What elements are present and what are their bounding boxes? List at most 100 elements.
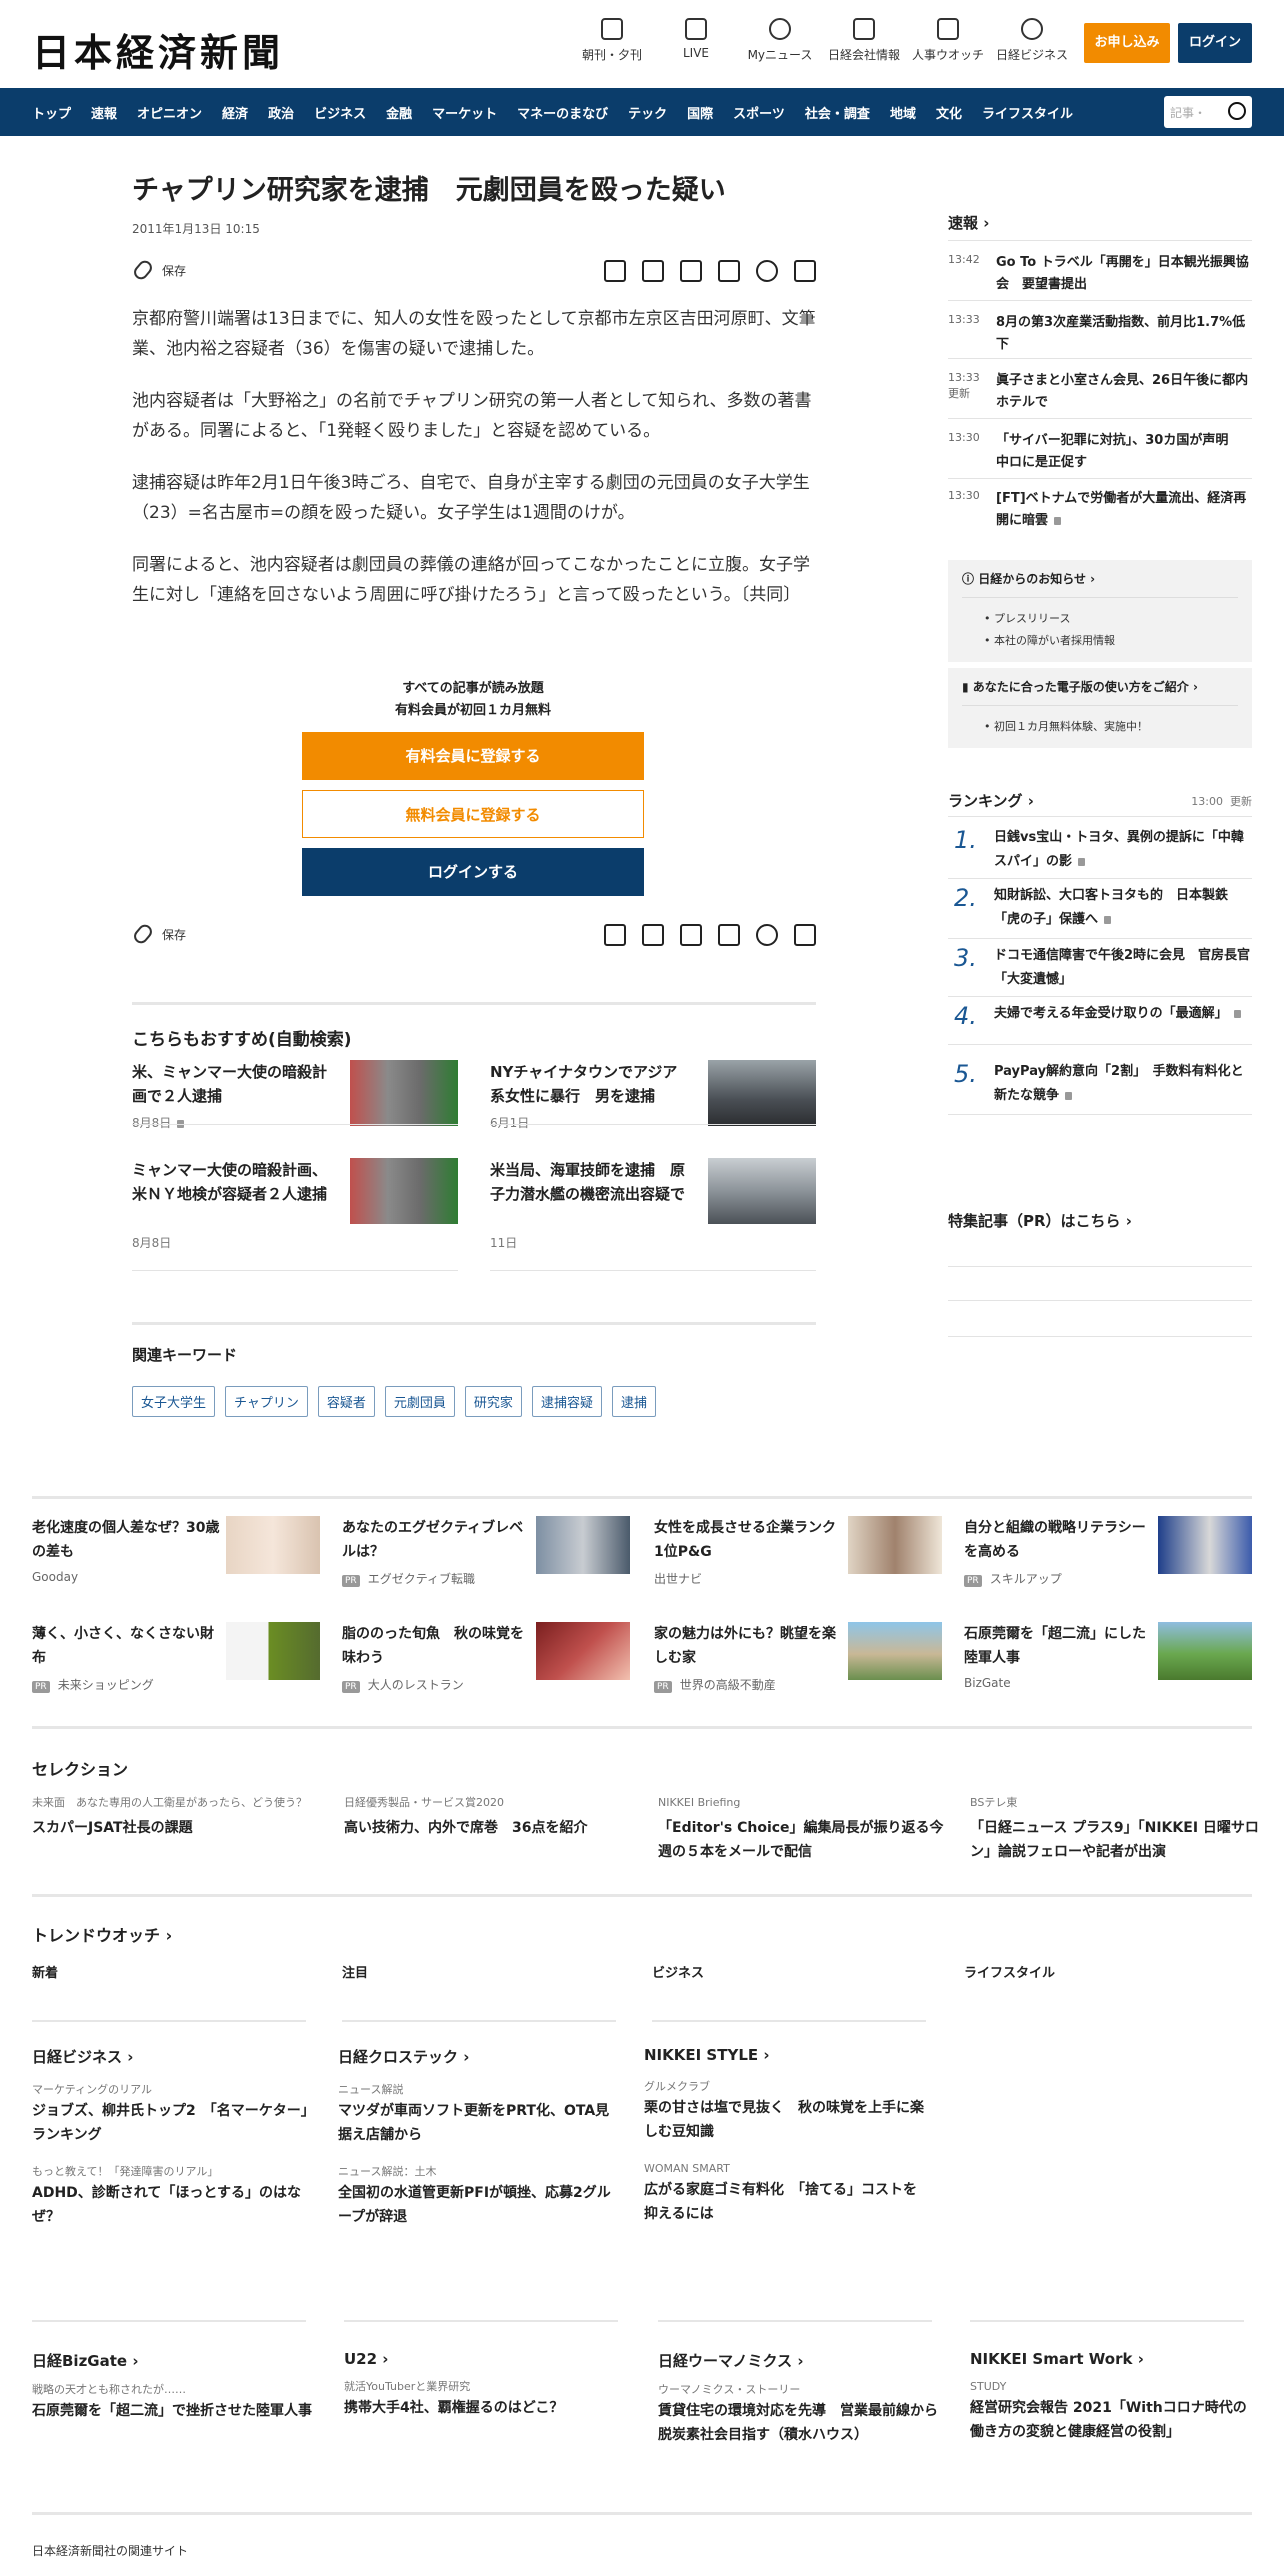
- nav-item[interactable]: 文化: [936, 103, 962, 122]
- recommend-item[interactable]: ミャンマー大使の暗殺計画、米ＮＹ地検が容疑者２人逮捕 8月8日: [132, 1158, 474, 1268]
- recommend-item[interactable]: 米当局、海軍技師を逮捕 原子力潜水艦の機密流出容疑で 11日: [490, 1158, 832, 1268]
- breaking-news-title[interactable]: 速報 ›: [948, 212, 1252, 233]
- ad-item[interactable]: 脂ののった旬魚 秋の味覚を味わう PR 大人のレストラン: [342, 1622, 648, 1722]
- company-info-button[interactable]: 日経会社情報: [822, 18, 906, 63]
- ad-item[interactable]: 薄く、小さく、なくさない財布 PR 未来ショッピング: [32, 1622, 338, 1722]
- notice-item[interactable]: • 本社の障がい者採用情報: [962, 630, 1238, 652]
- register-paid-button[interactable]: 有料会員に登録する: [302, 732, 644, 780]
- media-article[interactable]: WOMAN SMART 広がる家庭ゴミ有料化 「捨てる」コストを抑えるには: [644, 2160, 924, 2226]
- ad-item[interactable]: 女性を成長させる企業ランク 1位P&G 出世ナビ: [654, 1516, 960, 1616]
- ad-item[interactable]: あなたのエグゼクティブレベルは？ PR エグゼクティブ転職: [342, 1516, 648, 1616]
- nav-item[interactable]: スポーツ: [733, 103, 785, 122]
- newspaper-button[interactable]: 朝刊・夕刊: [570, 18, 654, 63]
- ad-item[interactable]: 自分と組織の戦略リテラシーを高める PR スキルアップ: [964, 1516, 1270, 1616]
- register-free-button[interactable]: 無料会員に登録する: [302, 790, 644, 838]
- media-article[interactable]: グルメクラブ 栗の甘さは塩で見抜く 秋の味覚を上手に楽しむ豆知識: [644, 2078, 924, 2144]
- ad-item[interactable]: 老化速度の個人差なぜ？30歳の差も Gooday: [32, 1516, 338, 1616]
- nav-item[interactable]: マーケット: [432, 103, 497, 122]
- media-article[interactable]: 戦略の天才とも称されたが…… 石原莞爾を「超二流」で挫折させた陸軍人事: [32, 2381, 312, 2423]
- recommend-item[interactable]: 米、ミャンマー大使の暗殺計画で２人逮捕 8月8日: [132, 1060, 474, 1170]
- ranking-item[interactable]: 2. 知財訴訟、大口客トヨタも的 日本製鉄「虎の子」保護へ: [948, 884, 1252, 932]
- media-article[interactable]: 就活YouTuberと業界研究 携帯大手4社、覇権握るのはどこ？: [344, 2378, 624, 2420]
- nav-item[interactable]: 国際: [687, 103, 713, 122]
- note-icon[interactable]: [680, 260, 702, 282]
- live-button[interactable]: LIVE: [654, 18, 738, 63]
- paywall-login-button[interactable]: ログインする: [302, 848, 644, 896]
- media-title[interactable]: 日経ウーマノミクス ›: [658, 2350, 938, 2371]
- news-item[interactable]: 13:33 更新 眞子さまと小室さん会見、26日午後に都内ホテルで: [948, 370, 1252, 414]
- media-title[interactable]: NIKKEI STYLE ›: [644, 2046, 924, 2064]
- note-icon[interactable]: [680, 924, 702, 946]
- nav-item[interactable]: 金融: [386, 103, 412, 122]
- ranking-title[interactable]: ランキング ›: [948, 790, 1034, 811]
- ad-item[interactable]: 家の魅力は外にも？眺望を楽しむ家 PR 世界の高級不動産: [654, 1622, 960, 1722]
- media-article[interactable]: STUDY 経営研究会報告 2021「Withコロナ時代の働き方の変貌と健康経営の…: [970, 2378, 1250, 2444]
- search-icon[interactable]: [1228, 102, 1246, 120]
- nikkei-logo[interactable]: 日本経済新聞: [32, 22, 284, 77]
- twitter-icon[interactable]: [718, 924, 740, 946]
- media-title[interactable]: U22 ›: [344, 2350, 624, 2368]
- selection-item[interactable]: BSテレ東 「日経ニュース プラス9」「NIKKEI 日曜サロン」論説フェローや記…: [970, 1794, 1260, 1864]
- nav-item[interactable]: テック: [628, 103, 667, 122]
- ranking-item[interactable]: 1. 日銭vs宝山・トヨタ、異例の提訴に「中韓スパイ」の影: [948, 826, 1252, 874]
- keyword-tag[interactable]: 容疑者: [317, 1386, 375, 1417]
- notice-item[interactable]: • プレスリリース: [962, 608, 1238, 630]
- subscribe-button[interactable]: お申し込み: [1084, 23, 1170, 63]
- nav-item[interactable]: ビジネス: [314, 103, 366, 122]
- selection-item[interactable]: 未来面 あなた専用の人工衛星があったら、どう使う？ スカパーJSAT社長の課題: [32, 1794, 322, 1840]
- nikkei-business-button[interactable]: 日経ビジネス: [990, 18, 1074, 63]
- selection-item[interactable]: 日経優秀製品・サービス賞2020 高い技術力、内外で席巻 36点を紹介: [344, 1794, 634, 1840]
- keyword-tag[interactable]: 研究家: [464, 1386, 522, 1417]
- nav-item[interactable]: 社会・調査: [805, 103, 870, 122]
- recommend-item[interactable]: NYチャイナタウンでアジア系女性に暴行 男を逮捕 6月1日: [490, 1060, 832, 1170]
- pr-title[interactable]: 特集記事（PR）はこちら ›: [948, 1210, 1252, 1231]
- save-button[interactable]: 保存: [131, 257, 186, 283]
- media-article[interactable]: ニュース解説：土木 全国初の水道管更新PFIが頓挫、応募2グループが辞退: [338, 2163, 618, 2229]
- search-input[interactable]: 記事・: [1164, 96, 1252, 128]
- print-icon[interactable]: [604, 260, 626, 282]
- ranking-item[interactable]: 4. 夫婦で考える年金受け取りの「最適解」: [948, 1002, 1252, 1030]
- nav-item[interactable]: 地域: [890, 103, 916, 122]
- nav-item[interactable]: 経済: [222, 103, 248, 122]
- selection-item[interactable]: NIKKEI Briefing 「Editor's Choice」編集局長が振り返…: [658, 1794, 948, 1864]
- nav-item[interactable]: ライフスタイル: [982, 103, 1073, 122]
- media-title[interactable]: NIKKEI Smart Work ›: [970, 2350, 1250, 2368]
- notice-title[interactable]: ⓘ 日経からのお知らせ ›: [962, 570, 1238, 587]
- media-title[interactable]: 日経ビジネス ›: [32, 2046, 312, 2067]
- news-item[interactable]: 13:30 [FT]ベトナムで労働者が大量流出、経済再開に暗雲: [948, 488, 1252, 532]
- guide-item[interactable]: • 初回１カ月無料体験、実施中！: [962, 716, 1238, 738]
- save-button[interactable]: 保存: [131, 921, 186, 947]
- nav-item[interactable]: マネーのまなび: [517, 103, 608, 122]
- media-article[interactable]: マーケティングのリアル ジョブズ、柳井氏トップ2 「名マーケター」ランキング: [32, 2081, 312, 2147]
- keyword-tag[interactable]: チャプリン: [225, 1386, 308, 1417]
- news-item[interactable]: 13:33 8月の第3次産業活動指数、前月比1.7%低下: [948, 312, 1252, 356]
- print-icon[interactable]: [604, 924, 626, 946]
- news-item[interactable]: 13:42 Go To トラベル「再開を」日本観光振興協会 要望書提出: [948, 252, 1252, 296]
- keyword-tag[interactable]: 逮捕: [611, 1386, 656, 1417]
- mail-icon[interactable]: [642, 924, 664, 946]
- news-item[interactable]: 13:30 「サイバー犯罪に対抗」、30カ国が声明 中ロに是正促す: [948, 430, 1252, 474]
- ranking-item[interactable]: 5. PayPay解約意向「2割」 手数料有料化と新たな競争: [948, 1060, 1252, 1108]
- trend-tab[interactable]: 注目: [342, 1962, 368, 1981]
- nav-item[interactable]: トップ: [32, 103, 71, 122]
- facebook-icon[interactable]: [756, 260, 778, 282]
- share-icon[interactable]: [794, 260, 816, 282]
- trend-tab[interactable]: ライフスタイル: [964, 1962, 1055, 1981]
- jinji-watch-button[interactable]: 人事ウオッチ: [906, 18, 990, 63]
- trend-tab[interactable]: ビジネス: [652, 1962, 704, 1981]
- nav-item[interactable]: オピニオン: [137, 103, 202, 122]
- twitter-icon[interactable]: [718, 260, 740, 282]
- guide-title[interactable]: ▮ あなたに合った電子版の使い方をご紹介 ›: [962, 678, 1238, 695]
- nav-item[interactable]: 速報: [91, 103, 117, 122]
- media-title[interactable]: 日経BizGate ›: [32, 2350, 312, 2371]
- trend-title[interactable]: トレンドウオッチ ›: [32, 1922, 172, 1946]
- login-button[interactable]: ログイン: [1178, 23, 1252, 63]
- media-article[interactable]: もっと教えて！「発達障害のリアル」 ADHD、診断されて「ほっとする」のはなぜ？: [32, 2163, 312, 2229]
- nav-item[interactable]: 政治: [268, 103, 294, 122]
- facebook-icon[interactable]: [756, 924, 778, 946]
- trend-tab[interactable]: 新着: [32, 1962, 58, 1981]
- share-icon[interactable]: [794, 924, 816, 946]
- keyword-tag[interactable]: 逮捕容疑: [531, 1386, 602, 1417]
- ranking-item[interactable]: 3. ドコモ通信障害で午後2時に会見 官房長官「大変遺憾」: [948, 944, 1252, 992]
- mynews-button[interactable]: Myニュース: [738, 18, 822, 63]
